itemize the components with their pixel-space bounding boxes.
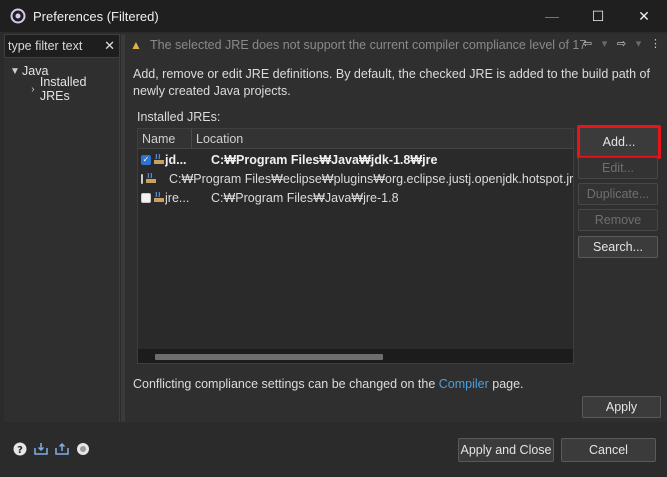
message-bar: ▲ The selected JRE does not support the …	[125, 34, 667, 56]
jre-checkbox[interactable]: ✓	[141, 154, 151, 165]
back-menu-icon[interactable]: ▾	[597, 37, 612, 50]
add-button[interactable]: Add...	[577, 125, 661, 159]
column-header-name[interactable]: Name	[138, 129, 192, 149]
apply-button[interactable]: Apply	[582, 396, 661, 418]
search-button[interactable]: Search...	[578, 236, 658, 258]
view-menu-icon[interactable]: ⋮	[648, 37, 663, 50]
maximize-button[interactable]: ☐	[575, 0, 621, 32]
compliance-note: Conflicting compliance settings can be c…	[133, 377, 524, 391]
warning-icon: ▲	[130, 38, 142, 52]
column-header-location[interactable]: Location	[192, 129, 573, 149]
record-icon[interactable]	[76, 442, 90, 456]
warning-message: The selected JRE does not support the cu…	[150, 38, 587, 52]
edit-button[interactable]: Edit...	[578, 157, 658, 179]
jre-icon	[153, 192, 165, 203]
compliance-note-text: Conflicting compliance settings can be c…	[133, 377, 439, 391]
expand-icon[interactable]: ▼	[8, 66, 22, 77]
remove-button[interactable]: Remove	[578, 209, 658, 231]
clear-filter-icon[interactable]: ✕	[104, 38, 115, 54]
jre-table: Name Location ✓ jd... C:₩Program Files₩J…	[137, 128, 574, 364]
export-icon[interactable]	[55, 442, 69, 456]
cancel-button[interactable]: Cancel	[561, 438, 656, 462]
horizontal-scrollbar[interactable]	[138, 349, 573, 363]
compiler-link[interactable]: Compiler	[439, 377, 489, 391]
import-icon[interactable]	[34, 442, 48, 456]
duplicate-button[interactable]: Duplicate...	[578, 183, 658, 205]
close-button[interactable]: ✕	[621, 0, 667, 32]
jre-checkbox[interactable]	[141, 173, 143, 184]
filter-input[interactable]	[5, 39, 97, 53]
table-row[interactable]: jre C:₩Program Files₩eclipse₩plugins₩org…	[138, 169, 574, 188]
jre-checkbox[interactable]	[141, 192, 151, 203]
installed-jres-label: Installed JREs:	[137, 110, 221, 124]
forward-menu-icon[interactable]: ▾	[631, 37, 646, 50]
minimize-button[interactable]: —	[529, 0, 575, 32]
back-icon[interactable]: ⇦	[580, 37, 595, 50]
jre-name: jd...	[165, 152, 187, 167]
window-title: Preferences (Filtered)	[33, 8, 159, 24]
filter-box: ✕	[4, 34, 120, 58]
tree-item-label: Installed JREs	[39, 75, 87, 103]
jre-icon	[145, 173, 157, 184]
forward-icon[interactable]: ⇨	[614, 37, 629, 50]
apply-and-close-button[interactable]: Apply and Close	[458, 438, 554, 462]
jre-location: C:₩Program Files₩Java₩jdk-1.8₩jre	[211, 152, 438, 167]
table-header: Name Location	[138, 129, 573, 149]
table-row[interactable]: ✓ jd... C:₩Program Files₩Java₩jdk-1.8₩jr…	[138, 150, 573, 169]
tree-item-installed-jres[interactable]: › Installed JREs	[26, 75, 119, 103]
title-bar: Preferences (Filtered) — ☐ ✕	[0, 0, 667, 32]
svg-text:?: ?	[17, 445, 23, 456]
jre-icon	[153, 154, 165, 165]
page-description: Add, remove or edit JRE definitions. By …	[133, 67, 650, 98]
eclipse-icon	[9, 7, 27, 25]
help-icon[interactable]: ?	[13, 442, 27, 456]
compliance-note-end: page.	[488, 377, 524, 391]
jre-location: C:₩Program Files₩eclipse₩plugins₩org.ecl…	[169, 171, 574, 186]
jre-name: jre...	[165, 190, 190, 205]
expand-icon[interactable]: ›	[26, 84, 40, 95]
dialog-footer: ? Apply and Close Cancel	[0, 422, 667, 477]
installed-jres-page: ▲ The selected JRE does not support the …	[125, 34, 667, 422]
preferences-tree-pane: ✕ ▼ Java › Installed JREs	[4, 34, 120, 422]
scrollbar-thumb[interactable]	[155, 354, 383, 360]
page-navigation: ⇦ ▾ ⇨ ▾ ⋮	[580, 37, 663, 50]
jre-location: C:₩Program Files₩Java₩jre-1.8	[211, 190, 399, 205]
table-row[interactable]: jre... C:₩Program Files₩Java₩jre-1.8	[138, 188, 573, 207]
